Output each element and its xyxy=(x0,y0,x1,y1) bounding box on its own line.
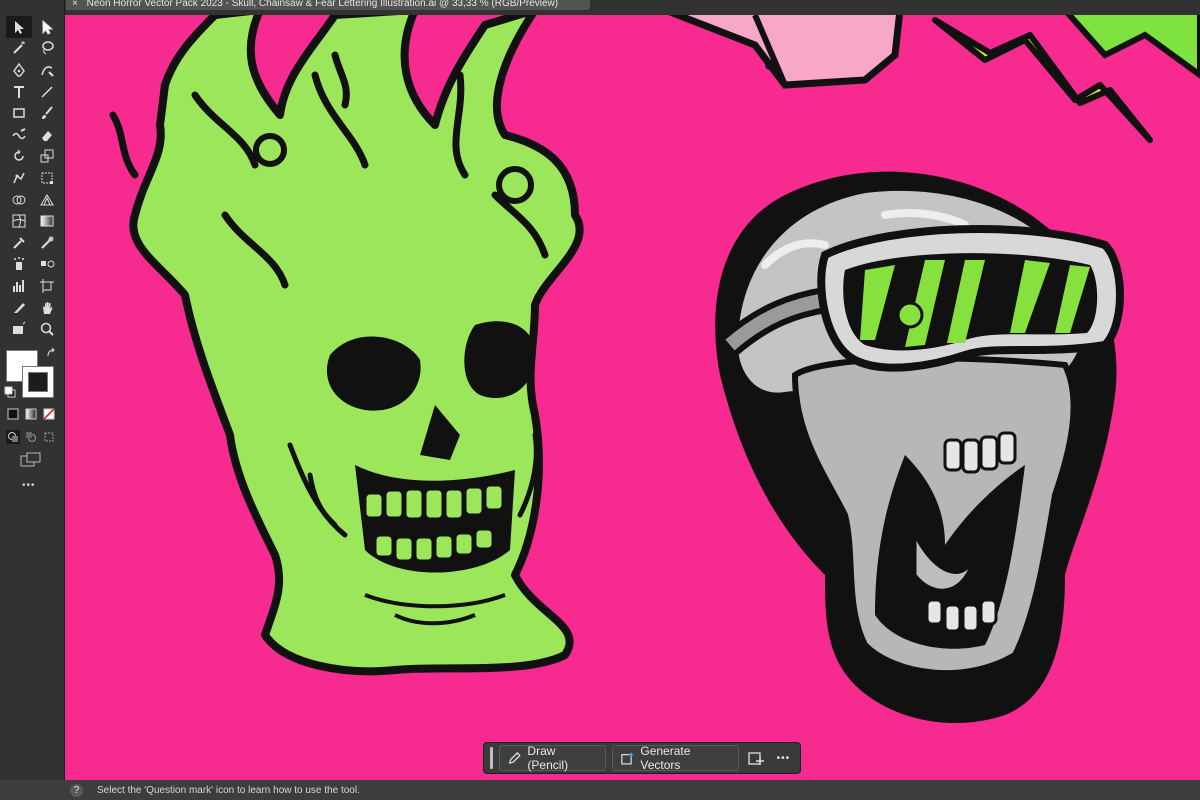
draw-behind-icon[interactable] xyxy=(24,430,38,444)
goggles-skull xyxy=(715,171,1124,724)
hand-tool-icon[interactable] xyxy=(34,297,60,319)
chainsaw-fragment xyxy=(668,15,903,89)
line-segment-tool-icon[interactable] xyxy=(34,81,60,103)
rectangle-tool-icon[interactable] xyxy=(6,102,32,124)
draw-pencil-label: Draw (Pencil) xyxy=(527,744,569,772)
toggle-screen-mode-icon[interactable] xyxy=(6,318,32,340)
shape-builder-tool-icon[interactable] xyxy=(6,189,32,211)
color-mode-icon[interactable] xyxy=(6,407,20,421)
magic-wand-tool-icon[interactable] xyxy=(6,38,32,60)
add-artboard-icon[interactable] xyxy=(745,747,766,769)
tools-panel: ••• xyxy=(0,0,65,780)
green-skull xyxy=(109,15,584,676)
default-fill-stroke-icon[interactable] xyxy=(4,386,16,398)
measure-tool-icon[interactable] xyxy=(34,232,60,254)
fill-stroke-swatches xyxy=(4,348,60,402)
tools-grid xyxy=(6,16,60,340)
close-tab-icon[interactable]: × xyxy=(66,0,84,9)
draw-mode-row xyxy=(6,430,56,444)
type-tool-icon[interactable] xyxy=(6,81,32,103)
gradient-mode-icon[interactable] xyxy=(24,407,38,421)
draw-pencil-button[interactable]: Draw (Pencil) xyxy=(498,744,606,772)
artboard-canvas[interactable] xyxy=(65,15,1200,780)
lasso-tool-icon[interactable] xyxy=(34,38,60,60)
artboard-tool-icon[interactable] xyxy=(34,275,60,297)
status-message: Select the 'Question mark' icon to learn… xyxy=(97,784,360,796)
pen-tool-icon[interactable] xyxy=(6,59,32,81)
contextual-task-bar: Draw (Pencil) Generate Vectors ••• xyxy=(483,742,801,774)
free-transform-tool-icon[interactable] xyxy=(34,167,60,189)
change-screen-mode-icon[interactable] xyxy=(20,452,42,473)
puppet-warp-tool-icon[interactable] xyxy=(6,167,32,189)
draw-normal-icon[interactable] xyxy=(6,430,20,444)
generate-vectors-button[interactable]: Generate Vectors xyxy=(611,744,740,772)
swap-fill-stroke-icon[interactable] xyxy=(46,348,58,360)
pencil-icon xyxy=(508,752,521,764)
selection-tool-icon[interactable] xyxy=(6,16,32,38)
status-bar: ? Select the 'Question mark' icon to lea… xyxy=(0,780,1200,800)
document-title: Neon Horror Vector Pack 2023 - Skull, Ch… xyxy=(86,0,559,9)
taskbar-grip[interactable] xyxy=(490,747,493,769)
perspective-grid-tool-icon[interactable] xyxy=(34,189,60,211)
zoom-tool-icon[interactable] xyxy=(34,318,60,340)
direct-selection-tool-icon[interactable] xyxy=(34,16,60,38)
blend-tool-icon[interactable] xyxy=(34,254,60,276)
mesh-tool-icon[interactable] xyxy=(6,210,32,232)
question-mark-icon[interactable]: ? xyxy=(70,783,83,797)
gradient-tool-icon[interactable] xyxy=(34,210,60,232)
column-graph-tool-icon[interactable] xyxy=(6,275,32,297)
draw-inside-icon[interactable] xyxy=(42,430,56,444)
curvature-tool-icon[interactable] xyxy=(34,59,60,81)
generate-vectors-icon xyxy=(621,752,634,765)
scale-tool-icon[interactable] xyxy=(34,146,60,168)
eraser-tool-icon[interactable] xyxy=(34,124,60,146)
color-mode-row xyxy=(6,407,56,421)
slice-tool-icon[interactable] xyxy=(6,297,32,319)
lightning-bolt xyxy=(932,15,1200,143)
eyedropper-tool-icon[interactable] xyxy=(6,232,32,254)
shaper-tool-icon[interactable] xyxy=(6,124,32,146)
skull-illustration xyxy=(109,15,1200,724)
none-mode-icon[interactable] xyxy=(42,407,56,421)
taskbar-more-button[interactable]: ••• xyxy=(773,747,794,769)
paintbrush-tool-icon[interactable] xyxy=(34,102,60,124)
generate-vectors-label: Generate Vectors xyxy=(640,744,691,772)
edit-toolbar-more-button[interactable]: ••• xyxy=(22,480,36,491)
symbol-sprayer-tool-icon[interactable] xyxy=(6,254,32,276)
rotate-tool-icon[interactable] xyxy=(6,146,32,168)
document-tab[interactable]: × Neon Horror Vector Pack 2023 - Skull, … xyxy=(66,0,590,10)
stroke-swatch[interactable] xyxy=(22,366,54,398)
